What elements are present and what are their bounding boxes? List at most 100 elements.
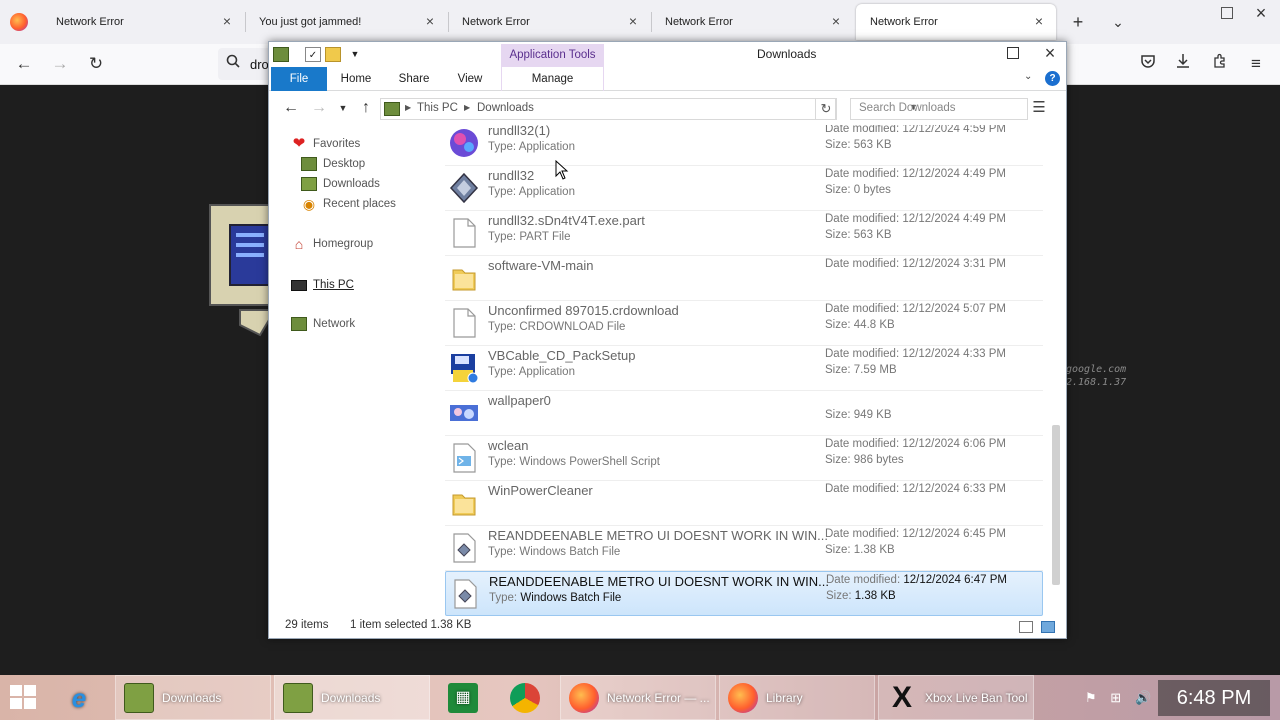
file-row[interactable]: REANDDEENABLE METRO UI DOESNT WORK IN WI… [445, 526, 1043, 571]
taskbar-firefox-library[interactable]: Library [719, 675, 875, 720]
close-icon[interactable]: × [220, 14, 234, 28]
details-view-icon[interactable] [1019, 621, 1033, 633]
address-bar[interactable]: ▶ This PC ▶ Downloads ▼ [380, 98, 918, 120]
file-name: REANDDEENABLE METRO UI DOESNT WORK IN WI… [488, 528, 828, 543]
taskbar-downloads-2[interactable]: Downloads [274, 675, 430, 720]
size-value: 7.59 MB [853, 364, 897, 376]
file-date: Date modified: 12/12/2024 4:49 PM [825, 213, 1006, 225]
window-close-icon[interactable]: × [1250, 3, 1272, 23]
file-row[interactable]: rundll32 Type: Application Date modified… [445, 166, 1043, 211]
scrollbar-thumb[interactable] [1052, 425, 1060, 585]
homegroup-icon: ⌂ [294, 236, 304, 252]
file-row[interactable]: VBCable_CD_PackSetup Type: Application D… [445, 346, 1043, 391]
close-icon[interactable]: × [626, 14, 640, 28]
firefox-icon [569, 682, 599, 713]
file-row[interactable]: software-VM-main Date modified: 12/12/20… [445, 256, 1043, 301]
chevron-down-icon[interactable]: ▼ [347, 47, 363, 62]
properties-icon[interactable]: ✓ [305, 47, 321, 62]
browser-tab[interactable]: Network Error × [651, 0, 853, 44]
extensions-icon[interactable] [1209, 53, 1231, 75]
file-date: Date modified: 12/12/2024 6:33 PM [825, 483, 1006, 495]
menu-icon[interactable]: ≡ [1245, 53, 1267, 75]
pocket-icon[interactable] [1137, 53, 1159, 75]
refresh-icon[interactable]: ↻ [815, 98, 837, 120]
file-row[interactable]: WinPowerCleaner Date modified: 12/12/202… [445, 481, 1043, 526]
tab-share[interactable]: Share [389, 67, 439, 91]
nav-recent-places[interactable]: ◉ Recent places [301, 195, 396, 213]
system-tray: ⚑ ⊞ 🔊 [1078, 675, 1158, 720]
file-row[interactable]: rundll32.sDn4tV4T.exe.part Type: PART Fi… [445, 211, 1043, 256]
browser-tab[interactable]: Network Error × [448, 0, 650, 44]
file-date: Date modified: 12/12/2024 6:47 PM [826, 574, 1007, 586]
nav-desktop[interactable]: Desktop [301, 155, 365, 173]
tab-view[interactable]: View [445, 67, 495, 91]
close-icon[interactable]: × [1040, 43, 1060, 63]
windows-start-icon[interactable] [10, 685, 38, 711]
nav-label: Downloads [323, 178, 380, 190]
tab-list-button[interactable]: ⌄ [1107, 12, 1129, 32]
type-label: Type: [488, 231, 517, 243]
tab-manage[interactable]: Manage [501, 67, 604, 91]
breadcrumb-this-pc[interactable]: This PC [417, 102, 458, 114]
help-icon[interactable]: ? [1045, 71, 1060, 86]
up-arrow-icon[interactable]: ↑ [356, 98, 376, 118]
forward-icon[interactable]: → [49, 53, 71, 75]
taskbar-downloads-1[interactable]: Downloads [115, 675, 271, 720]
file-name: Unconfirmed 897015.crdownload [488, 303, 679, 318]
new-folder-icon[interactable] [325, 47, 341, 62]
taskbar-firefox-network-error[interactable]: Network Error — ... [560, 675, 716, 720]
file-row[interactable]: rundll32(1) Type: Application Date modif… [445, 125, 1043, 166]
file-name: wallpaper0 [488, 393, 551, 408]
taskbar-chrome[interactable] [502, 675, 552, 720]
close-icon[interactable]: × [829, 14, 843, 28]
file-type: Type: PART File [488, 231, 570, 243]
new-tab-button[interactable]: + [1067, 12, 1089, 32]
back-icon[interactable]: ← [13, 53, 35, 75]
taskbar-xbox-ban-tool[interactable]: X Xbox Live Ban Tool [878, 675, 1034, 720]
clock[interactable]: 6:48 PM [1158, 680, 1270, 716]
large-icons-view-icon[interactable] [1041, 621, 1055, 633]
type-value: CRDOWNLOAD File [519, 321, 626, 333]
taskbar-store[interactable]: ▦ [440, 675, 490, 720]
maximize-icon[interactable] [1007, 47, 1019, 59]
reload-icon[interactable]: ↻ [85, 53, 107, 75]
network-status-icon[interactable]: ⊞ [1110, 690, 1121, 706]
nav-this-pc[interactable]: This PC [291, 276, 354, 294]
nav-network[interactable]: Network [291, 315, 355, 333]
file-size: Size: 949 KB [825, 409, 892, 421]
browser-tab-active[interactable]: Network Error × [856, 4, 1056, 40]
nav-favorites[interactable]: ❤ Favorites [291, 135, 361, 153]
nav-downloads[interactable]: Downloads [301, 175, 380, 193]
back-arrow-icon[interactable]: ← [281, 98, 301, 118]
type-value: Application [518, 186, 575, 198]
search-input[interactable]: Search Downloads [850, 98, 1028, 120]
browser-tab[interactable]: You just got jammed! × [245, 0, 447, 44]
close-icon[interactable]: × [1032, 14, 1046, 28]
firefox-logo-icon[interactable] [10, 13, 28, 31]
taskbar-internet-explorer[interactable]: e [56, 675, 112, 720]
file-row-selected[interactable]: REANDDEENABLE METRO UI DOESNT WORK IN WI… [445, 571, 1043, 616]
file-date: Date modified: 12/12/2024 4:59 PM [825, 125, 1006, 135]
file-row[interactable]: Unconfirmed 897015.crdownload Type: CRDO… [445, 301, 1043, 346]
file-row[interactable]: wclean Type: Windows PowerShell Script D… [445, 436, 1043, 481]
browser-tab[interactable]: Network Error × [42, 0, 244, 44]
tab-file[interactable]: File [271, 67, 327, 91]
breadcrumb-downloads[interactable]: Downloads [477, 102, 534, 114]
file-explorer-window[interactable]: ✓ ▼ Application Tools Downloads × File H… [268, 41, 1067, 639]
view-options-icon[interactable]: ☰ [1031, 99, 1047, 117]
nav-homegroup[interactable]: ⌂ Homegroup [291, 235, 373, 253]
window-restore-icon[interactable] [1221, 7, 1233, 19]
forward-arrow-icon[interactable]: → [309, 98, 329, 118]
folder-icon[interactable] [273, 47, 289, 62]
file-row[interactable]: wallpaper0 Size: 949 KB [445, 391, 1043, 436]
downloads-icon[interactable] [1172, 53, 1194, 75]
close-icon[interactable]: × [423, 14, 437, 28]
tab-home[interactable]: Home [331, 67, 381, 91]
explorer-titlebar[interactable]: ✓ ▼ Application Tools Downloads × [269, 42, 1066, 67]
breadcrumb-arrow-icon: ▶ [405, 103, 412, 112]
action-center-flag-icon[interactable]: ⚑ [1085, 690, 1097, 706]
recent-locations-icon[interactable]: ▼ [333, 98, 353, 118]
chevron-down-icon[interactable]: ⌄ [1024, 71, 1032, 82]
volume-icon[interactable]: 🔊 [1135, 690, 1151, 706]
ribbon-tabs: File Home Share View Manage ⌄ ? [269, 67, 1066, 91]
